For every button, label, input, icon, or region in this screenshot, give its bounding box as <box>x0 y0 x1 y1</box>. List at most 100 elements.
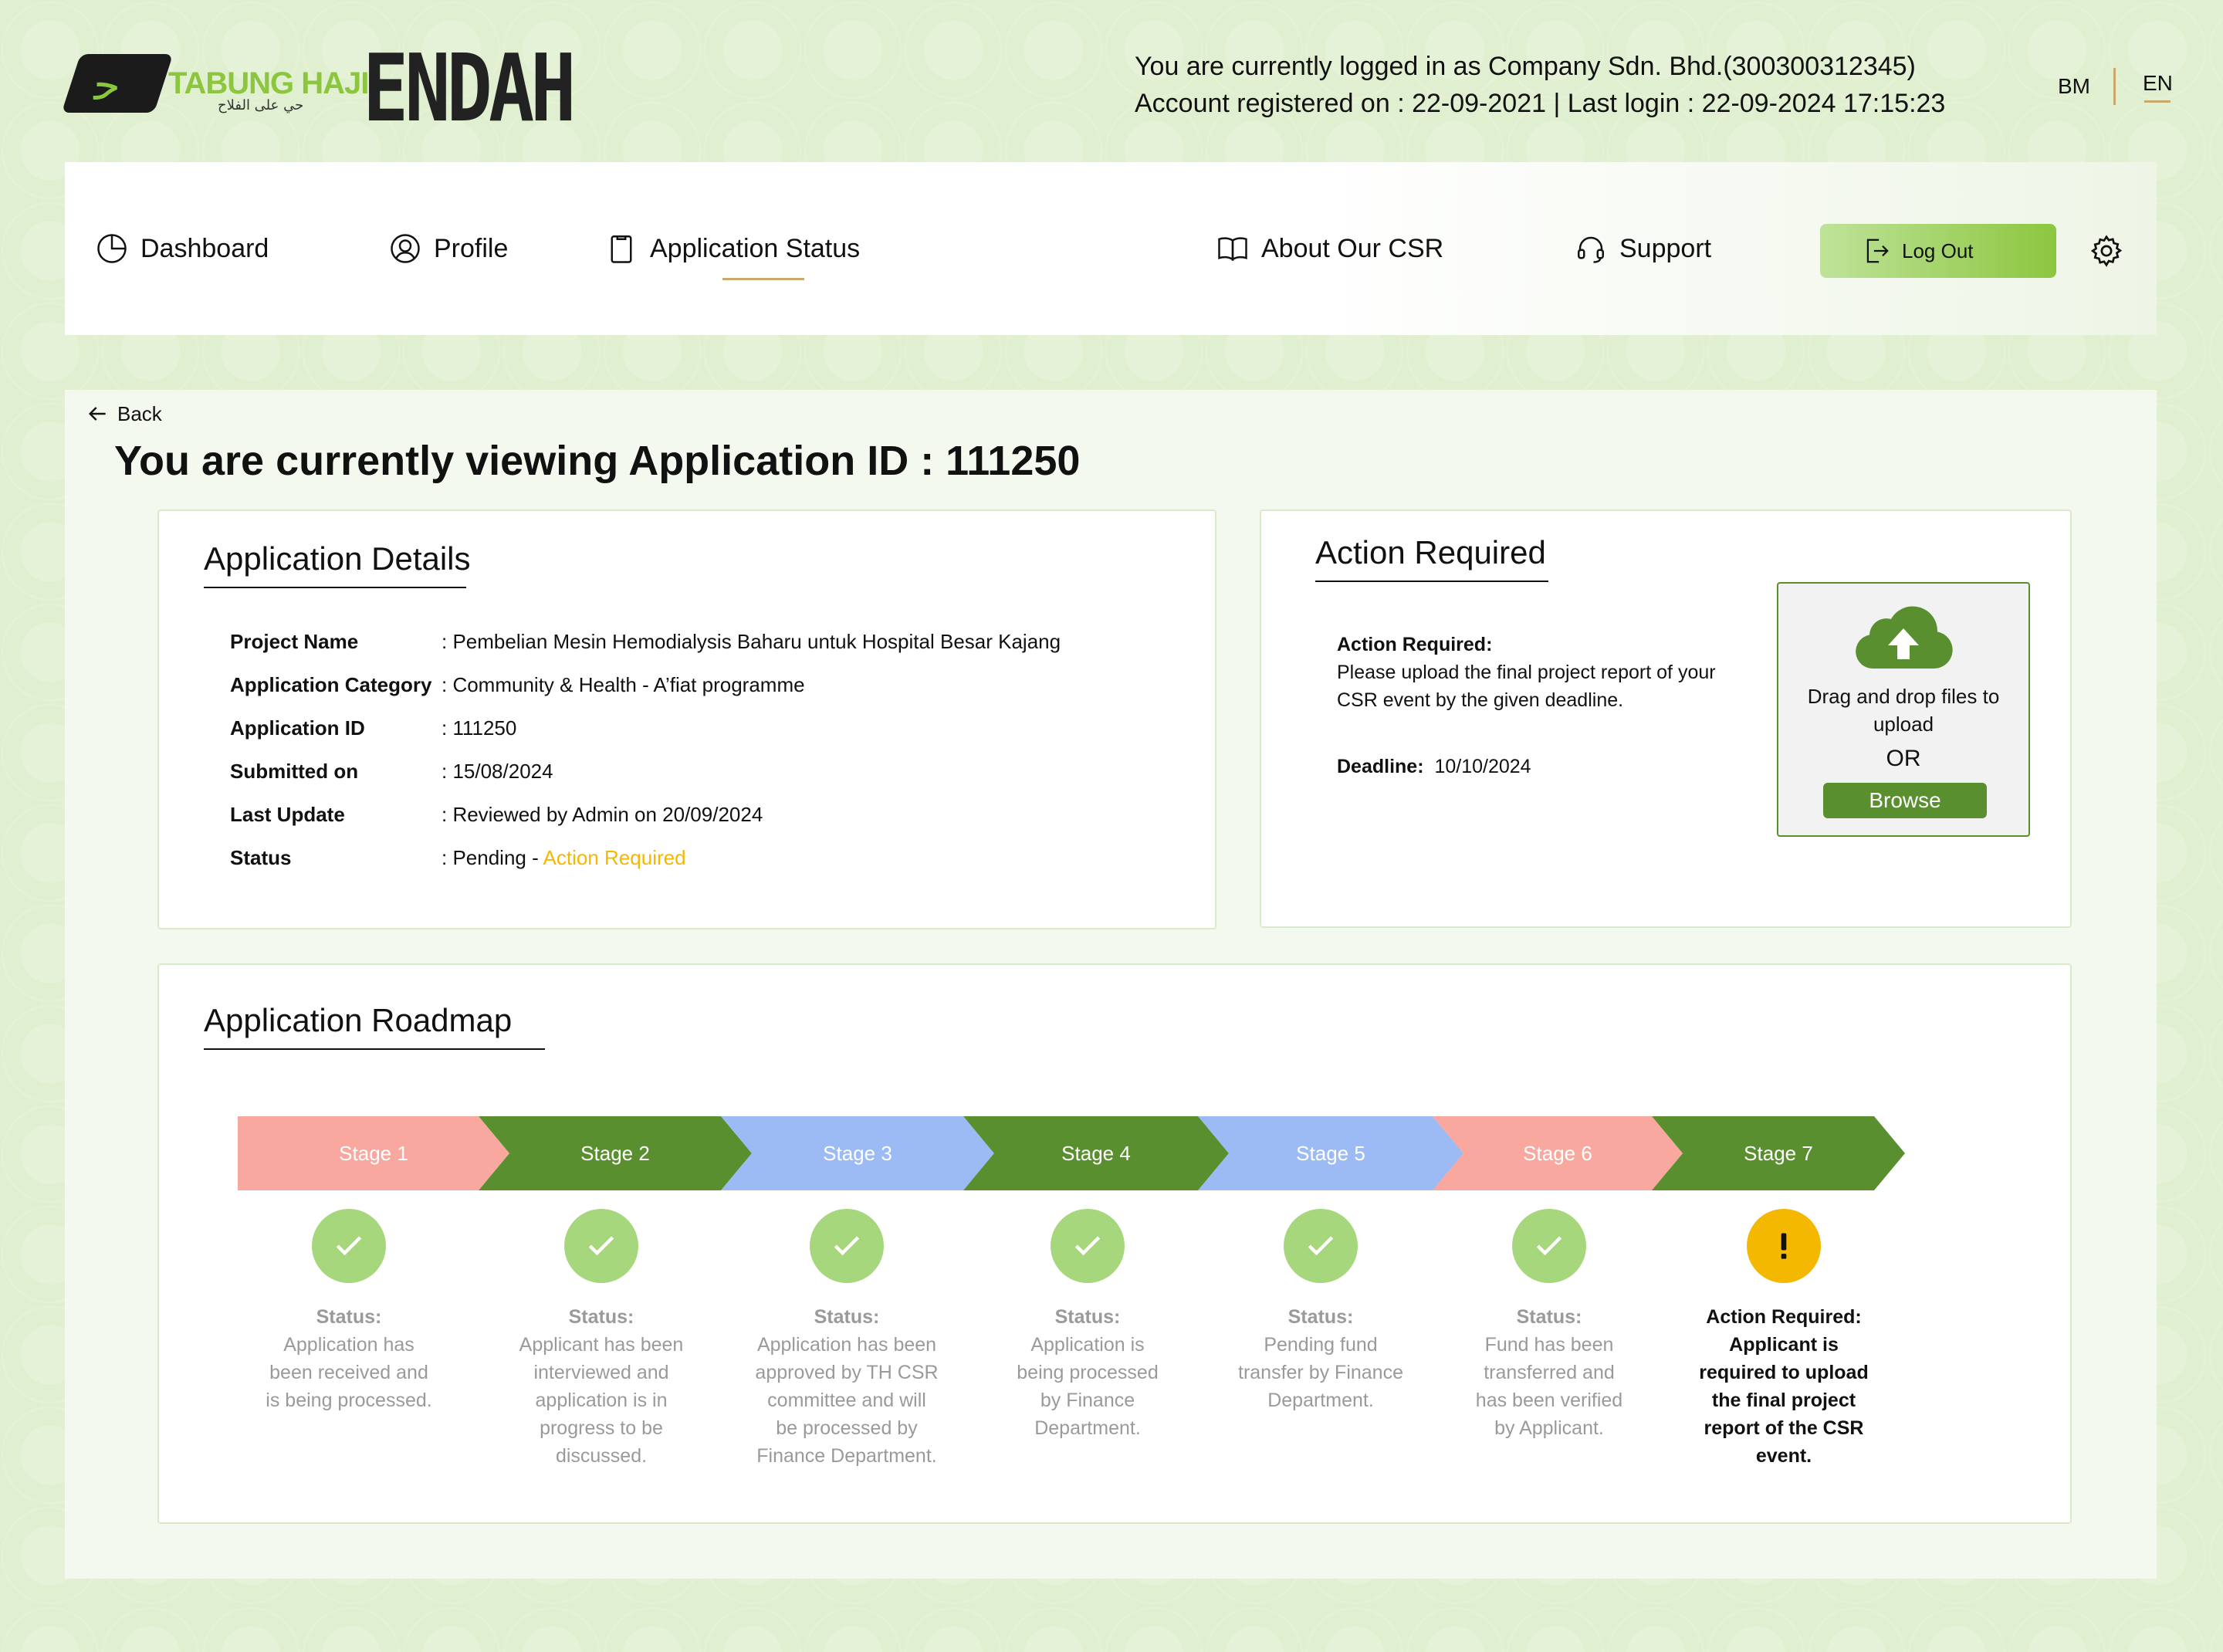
stage-5-status: Status: Pending fund transfer by Finance… <box>1224 1303 1417 1414</box>
stage-3-status-line: Application has been <box>756 1334 937 1356</box>
nav-about-csr-label: About Our CSR <box>1261 233 1444 263</box>
checkmark-icon <box>588 1236 614 1256</box>
stage-5-chevron: Stage 5 <box>1198 1116 1463 1190</box>
logo-text: TABUNG HAJI <box>168 66 369 100</box>
nav-active-underline <box>722 278 804 280</box>
upload-instruction-line1: Drag and drop files to <box>1807 685 2000 708</box>
stage-5-status-line: Pending fund <box>1264 1334 1378 1356</box>
stage-3-chevron: Stage 3 <box>721 1116 994 1190</box>
stage-6-status-line: Fund has been <box>1484 1334 1614 1356</box>
status-action-required-badge: Action Required <box>543 846 686 869</box>
stage-4-status-line: by Finance <box>1040 1390 1135 1411</box>
stage-3-status-line: Finance Department. <box>756 1445 937 1467</box>
browse-button[interactable]: Browse <box>1823 783 1987 818</box>
nav-support-label: Support <box>1619 233 1712 263</box>
stage-5-status-line: transfer by Finance <box>1238 1362 1403 1383</box>
application-roadmap-title-underline <box>204 1048 545 1050</box>
stage-4-status-label: Status: <box>1054 1306 1121 1328</box>
checkmark-icon <box>834 1236 860 1256</box>
stage-3-status-line: approved by TH CSR <box>755 1362 939 1383</box>
stage-4-status-line: Application is <box>1030 1334 1145 1356</box>
stage-1-status-line: been received and <box>269 1362 428 1383</box>
clipboard-icon <box>611 235 632 263</box>
deadline-value: 10/10/2024 <box>1434 756 1531 777</box>
stage-6-status-label: Status: <box>1516 1306 1582 1328</box>
application-details-title-underline <box>204 587 466 588</box>
detail-value-status: : Pending - Action Required <box>442 846 686 869</box>
gear-icon[interactable] <box>2089 233 2124 269</box>
detail-label-submitted-on: Submitted on <box>230 760 359 783</box>
application-roadmap-title: Application Roadmap <box>204 1002 513 1038</box>
stage-2-status-line: discussed. <box>555 1445 648 1467</box>
stage-3-status-label: Status: <box>814 1306 880 1328</box>
stage-4-complete-badge <box>1051 1209 1125 1283</box>
login-info: You are currently logged in as Company S… <box>1135 48 1945 122</box>
stage-1-chevron: Stage 1 <box>238 1116 509 1190</box>
stage-2-status-line: progress to be <box>540 1417 663 1439</box>
lang-separator <box>2113 68 2116 105</box>
stage-1-complete-badge <box>312 1209 386 1283</box>
stage-3-status: Status: Application has been approved by… <box>739 1303 955 1470</box>
nav-dashboard[interactable]: Dashboard <box>96 162 269 335</box>
stage-7-status-label: Action Required: <box>1706 1306 1862 1328</box>
nav-application-status[interactable]: Application Status <box>605 162 860 335</box>
action-required-title-underline <box>1315 581 1548 582</box>
stage-6-label: Stage 6 <box>1523 1141 1592 1165</box>
stage-7-status-line: Applicant is <box>1729 1334 1839 1356</box>
login-info-user: You are currently logged in as Company S… <box>1135 52 1916 81</box>
action-required-title: Action Required <box>1315 534 1546 570</box>
detail-label-application-id: Application ID <box>230 716 365 740</box>
stage-2-chevron: Stage 2 <box>479 1116 752 1190</box>
back-link[interactable]: Back <box>85 401 162 426</box>
stage-3-complete-badge <box>810 1209 884 1283</box>
file-upload-dropzone[interactable]: Drag and drop files to upload OR Browse <box>1777 582 2030 837</box>
stage-4-chevron: Stage 4 <box>963 1116 1229 1190</box>
lang-bm-link[interactable]: BM <box>2058 74 2090 99</box>
pie-chart-icon <box>97 234 127 263</box>
nav-about-csr[interactable]: About Our CSR <box>1216 162 1443 335</box>
logout-icon <box>1866 239 1889 263</box>
lang-en-link[interactable]: EN <box>2143 71 2173 96</box>
tabung-haji-logo-mark: ﺣ <box>61 54 174 113</box>
stage-6-status-line: has been verified <box>1475 1390 1623 1411</box>
action-required-text-line2: CSR event by the given deadline. <box>1337 689 1624 711</box>
stage-5-status-line: Department. <box>1267 1390 1374 1411</box>
exclamation-icon <box>1781 1233 1787 1259</box>
stage-7-status-line: required to upload <box>1699 1362 1869 1383</box>
stage-1-status-line: Application has <box>283 1334 414 1356</box>
stage-4-label: Stage 4 <box>1061 1141 1131 1165</box>
detail-value-application-id: : 111250 <box>442 716 517 740</box>
logout-button[interactable]: Log Out <box>1820 224 2056 278</box>
headset-icon <box>1578 236 1604 263</box>
nav-profile[interactable]: Profile <box>389 162 508 335</box>
stage-5-status-label: Status: <box>1287 1306 1354 1328</box>
detail-label-status: Status <box>230 846 292 869</box>
login-info-dates: Account registered on : 22-09-2021 | Las… <box>1135 89 1946 118</box>
stage-7-action-badge <box>1747 1209 1821 1283</box>
stage-6-status-line: transferred and <box>1484 1362 1615 1383</box>
stage-5-complete-badge <box>1284 1209 1358 1283</box>
stage-2-status-label: Status: <box>568 1306 634 1328</box>
stage-1-status-line: is being processed. <box>266 1390 432 1411</box>
detail-value-category: : Community & Health - A’fiat programme <box>442 673 805 696</box>
stage-2-status-line: Applicant has been <box>519 1334 684 1356</box>
logout-label: Log Out <box>1902 239 1974 262</box>
detail-value-project-name: : Pembelian Mesin Hemodialysis Baharu un… <box>442 630 1061 653</box>
stage-2-status: Status: Applicant has been interviewed a… <box>501 1303 702 1470</box>
checkmark-icon <box>1074 1236 1101 1256</box>
stage-7-status-line: report of the CSR <box>1704 1417 1864 1439</box>
nav-support[interactable]: Support <box>1575 162 1711 335</box>
stage-7-chevron: Stage 7 <box>1652 1116 1905 1190</box>
stage-7-label: Stage 7 <box>1744 1141 1813 1165</box>
open-book-icon <box>1218 237 1247 262</box>
deadline-label: Deadline: <box>1337 756 1424 777</box>
stage-4-status: Status: Application is being processed b… <box>991 1303 1184 1442</box>
stage-1-label: Stage 1 <box>339 1141 408 1165</box>
stage-6-status-line: by Applicant. <box>1494 1417 1604 1439</box>
stage-6-chevron: Stage 6 <box>1433 1116 1683 1190</box>
stage-1-status-label: Status: <box>316 1306 382 1328</box>
stage-7-status: Action Required: Applicant is required t… <box>1687 1303 1880 1470</box>
checkmark-icon <box>1308 1236 1334 1256</box>
stage-1-status: Status: Application has been received an… <box>252 1303 445 1414</box>
brand-title: ENDAH <box>363 36 577 143</box>
